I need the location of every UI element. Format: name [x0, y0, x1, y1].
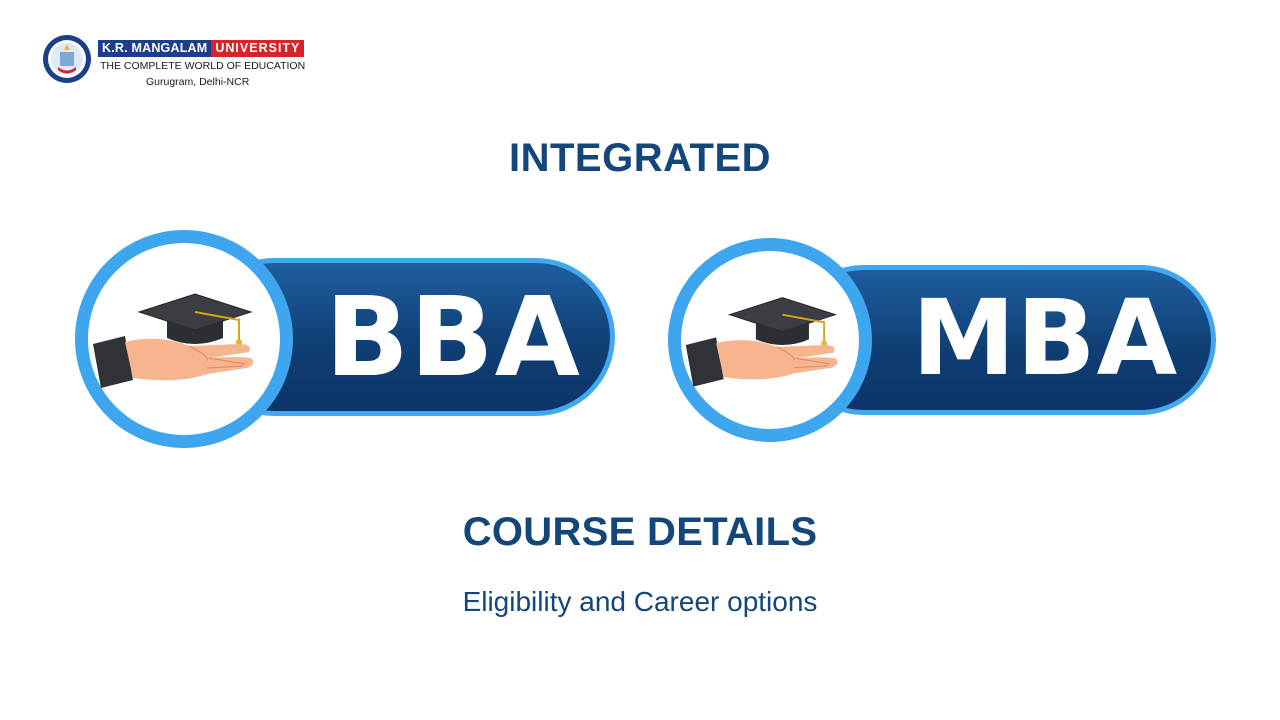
logo-tagline: THE COMPLETE WORLD OF EDUCATION [100, 60, 306, 72]
page-heading: INTEGRATED [508, 136, 772, 180]
course-subtitle: Eligibility and Career options [462, 586, 818, 617]
logo-name: K.R. MANGALAM UNIVERSITY [98, 40, 305, 57]
degree-label-mba: MBA [911, 277, 1179, 399]
bba-badge: BBA [75, 230, 615, 448]
mba-badge: MBA [668, 238, 1216, 442]
degree-label-bba: BBA [325, 273, 581, 401]
course-details-heading: COURSE DETAILS [462, 510, 818, 554]
graduation-cap-hand-icon [685, 297, 838, 387]
university-logo: K.R. MANGALAM UNIVERSITY THE COMPLETE WO… [40, 34, 310, 94]
university-seal-icon [43, 35, 91, 83]
logo-name-part2: UNIVERSITY [211, 40, 305, 57]
graduation-cap-hand-icon [93, 293, 254, 388]
logo-name-part1: K.R. MANGALAM [98, 40, 212, 57]
logo-location: Gurugram, Delhi-NCR [146, 76, 250, 88]
